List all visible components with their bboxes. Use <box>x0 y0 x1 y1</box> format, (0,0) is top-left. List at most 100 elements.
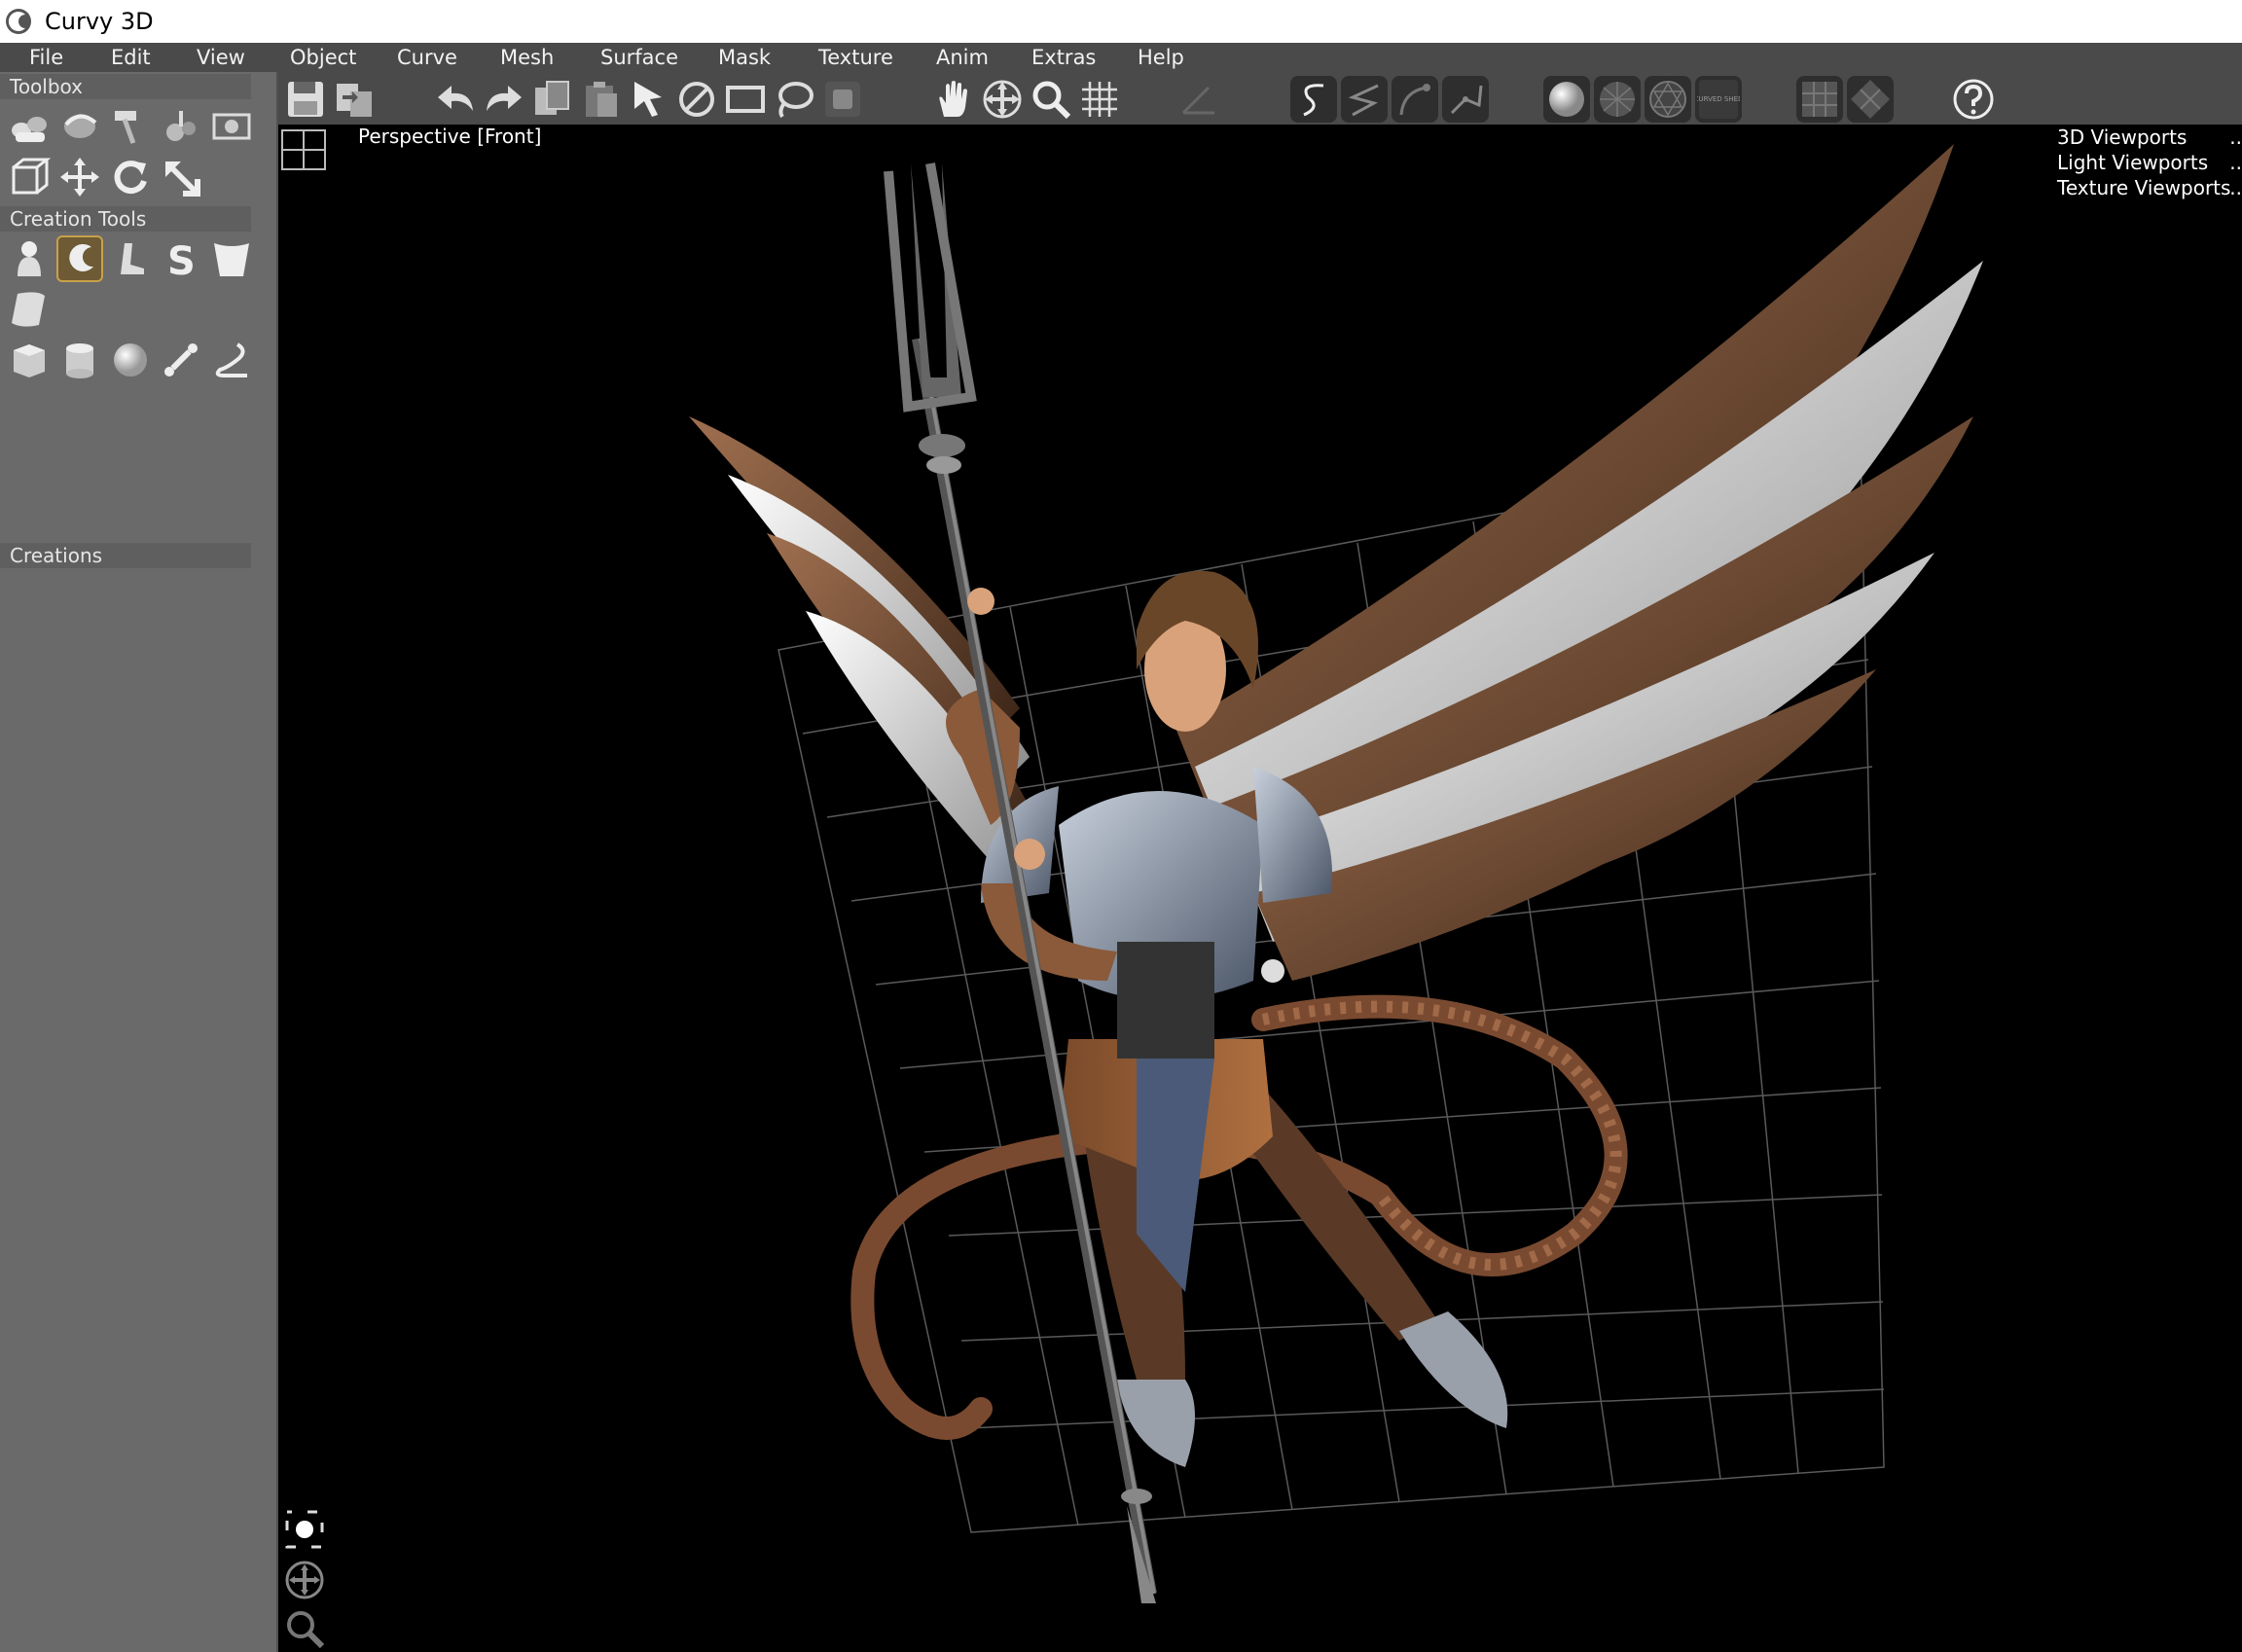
curved-shed-button[interactable]: CURVED SHED <box>1695 76 1742 123</box>
zoom-magnifier-icon <box>287 1611 325 1649</box>
shade-mesh-button[interactable] <box>1645 76 1691 123</box>
lasso-select-button[interactable] <box>771 76 817 123</box>
floppy-disk-icon <box>288 82 323 117</box>
menu-edit[interactable]: Edit <box>111 43 151 72</box>
menu-bar: File Edit View Object Curve Mesh Surface… <box>0 43 2242 72</box>
blob-create-tool[interactable] <box>6 235 53 282</box>
measure-button[interactable] <box>1175 76 1222 123</box>
cube-icon <box>14 344 45 377</box>
menu-help[interactable]: Help <box>1138 43 1184 72</box>
curve-link-button[interactable] <box>1442 76 1489 123</box>
menu-view[interactable]: View <box>197 43 245 72</box>
view-grid-button[interactable] <box>1796 76 1843 123</box>
deform-icon <box>64 114 97 138</box>
copy-button[interactable] <box>529 76 576 123</box>
grid-icon <box>1082 82 1117 117</box>
view-diamond-button[interactable] <box>1847 76 1894 123</box>
bounding-box-tool[interactable] <box>6 154 53 200</box>
export-button[interactable] <box>331 76 378 123</box>
menu-anim[interactable]: Anim <box>936 43 989 72</box>
crescent-icon <box>69 243 93 271</box>
rectangle-select-icon <box>726 86 765 113</box>
3d-viewport[interactable]: Perspective [Front] 3D Viewports .. Ligh… <box>280 125 2242 1652</box>
move-tool[interactable] <box>56 154 103 200</box>
paint-icon <box>166 111 196 141</box>
deselect-button[interactable] <box>673 76 720 123</box>
paste-button[interactable] <box>578 76 625 123</box>
sphere-primitive[interactable] <box>107 337 154 383</box>
deform-tool[interactable] <box>56 103 103 150</box>
undo-button[interactable] <box>432 76 479 123</box>
menu-mesh[interactable]: Mesh <box>500 43 554 72</box>
cylinder-primitive[interactable] <box>56 337 103 383</box>
toolbox-header: Toolbox <box>0 74 251 99</box>
magnifier-icon <box>1032 81 1071 120</box>
rotate-icon <box>114 161 147 195</box>
orbit-target-icon <box>285 1510 324 1549</box>
hook-icon <box>215 342 247 377</box>
cylinder-icon <box>66 343 93 378</box>
menu-mask[interactable]: Mask <box>718 43 771 72</box>
cube-primitive[interactable] <box>6 337 53 383</box>
menu-object[interactable]: Object <box>290 43 356 72</box>
sphere-icon <box>114 343 147 377</box>
diamond-grid-icon <box>1851 80 1890 119</box>
curve-point-button[interactable] <box>1392 76 1438 123</box>
hammer-tool[interactable] <box>107 103 154 150</box>
grid-toggle-button[interactable] <box>1076 76 1123 123</box>
help-question-icon <box>1953 79 1994 120</box>
redo-button[interactable] <box>481 76 527 123</box>
shade-smooth-button[interactable] <box>1543 76 1590 123</box>
curve-point-icon <box>1399 84 1430 116</box>
move-view-button[interactable] <box>979 76 1026 123</box>
camera-pan-button[interactable] <box>280 1557 329 1603</box>
main-toolbar: CURVED SHED <box>278 72 2242 125</box>
paint-tool[interactable] <box>158 103 204 150</box>
tube-primitive[interactable] <box>208 337 255 383</box>
camera-zoom-button[interactable] <box>280 1605 329 1652</box>
curve-create-tool[interactable] <box>56 235 103 282</box>
patch-icon <box>12 292 45 327</box>
curvy-logo-icon <box>6 9 31 34</box>
curve-edit-button[interactable] <box>1341 76 1388 123</box>
extrude-create-tool[interactable] <box>107 235 154 282</box>
mask-select-button[interactable] <box>819 76 866 123</box>
pawn-icon <box>18 241 41 276</box>
patch-create-tool[interactable] <box>6 286 53 333</box>
zoom-button[interactable] <box>1028 76 1074 123</box>
deselect-icon <box>679 82 714 117</box>
s-shape-icon: S <box>167 239 196 280</box>
move-view-icon <box>983 80 1022 119</box>
bone-primitive[interactable] <box>158 337 204 383</box>
select-button[interactable] <box>625 76 671 123</box>
help-button[interactable] <box>1950 76 1997 123</box>
shell-create-tool[interactable] <box>208 235 255 282</box>
bucket-icon <box>214 243 249 276</box>
rect-select-button[interactable] <box>722 76 769 123</box>
undo-icon <box>438 86 473 111</box>
menu-extras[interactable]: Extras <box>1031 43 1096 72</box>
rotate-tool[interactable] <box>107 154 154 200</box>
plane-grid-icon <box>1802 82 1837 117</box>
pan-button[interactable] <box>930 76 977 123</box>
scale-tool[interactable] <box>158 154 204 200</box>
curve-link-icon <box>1450 85 1483 115</box>
menu-file[interactable]: File <box>29 43 63 72</box>
mask-square-icon <box>825 82 860 117</box>
shade-wire-button[interactable] <box>1594 76 1641 123</box>
lathe-create-tool[interactable]: S <box>158 235 204 282</box>
save-button[interactable] <box>282 76 329 123</box>
lasso-icon <box>778 82 814 119</box>
paste-icon <box>586 82 617 117</box>
menu-curve[interactable]: Curve <box>397 43 457 72</box>
creation-tools-header: Creation Tools <box>0 206 251 232</box>
menu-texture[interactable]: Texture <box>818 43 893 72</box>
copy-icon <box>535 81 569 115</box>
export-icon <box>337 84 372 117</box>
add-object-tool[interactable] <box>6 103 53 150</box>
curve-draw-button[interactable] <box>1290 76 1337 123</box>
menu-surface[interactable]: Surface <box>600 43 678 72</box>
wire-sphere-icon <box>1600 82 1635 117</box>
render-tool[interactable] <box>208 103 255 150</box>
camera-orbit-button[interactable] <box>280 1506 329 1553</box>
